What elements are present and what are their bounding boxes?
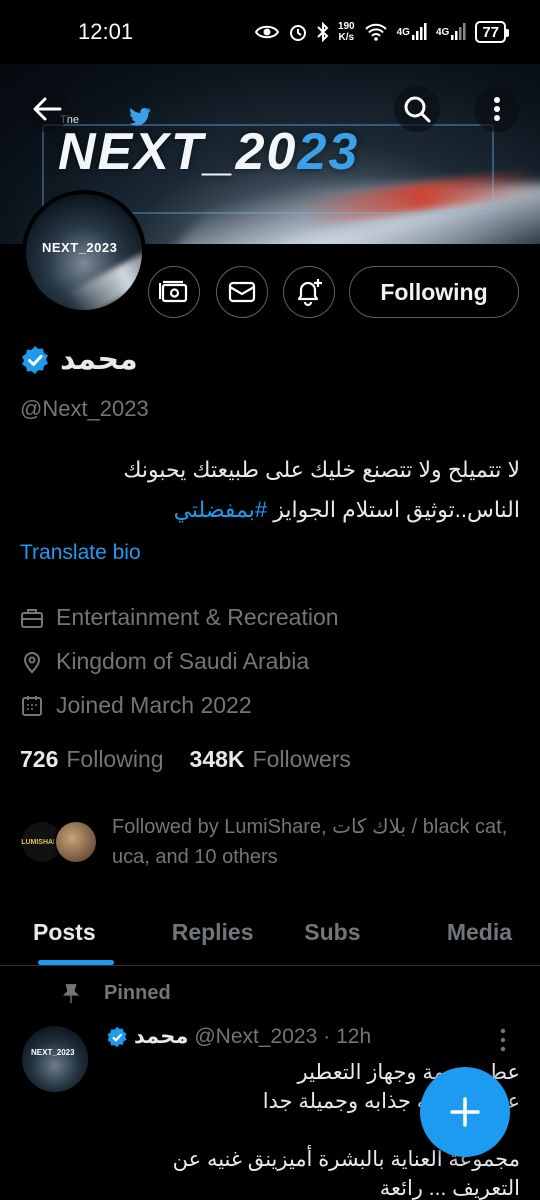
tab-posts[interactable]: Posts [0,900,153,965]
profile-joined: Joined March 2022 [20,692,252,719]
bluetooth-icon [317,22,329,42]
profile-bio: لا تتميلح ولا تتصنع خليك على طبيعتك يحبو… [20,450,520,530]
profile-avatar[interactable]: NEXT_2023 [22,190,146,314]
avatar-logo-text: NEXT_2023 [42,240,118,255]
bio-hashtag-link[interactable]: #بمفضلتي [174,497,268,522]
status-bar: 12:01 190 K/s 4G 4G 77 [0,0,540,64]
pinned-label: Pinned [60,982,171,1005]
pin-icon [62,983,80,1003]
followed-by-row[interactable]: LUMISHARE Followed by LumiShare, بلاك كا… [20,812,532,872]
followed-by-avatars: LUMISHARE [20,820,98,864]
tab-media[interactable]: Media [392,900,540,965]
post-time: · 12h [323,1024,372,1048]
plus-icon [450,1097,480,1127]
post-author-handle: @Next_2023 [194,1024,318,1048]
briefcase-icon [21,608,43,628]
following-count-link[interactable]: 726 Following [20,746,164,773]
post-more-icon[interactable] [498,1028,508,1052]
eye-icon [254,24,279,40]
notifications-button[interactable] [283,266,335,318]
post-header: محمد @Next_2023 · 12h [106,1024,371,1049]
money-icon [159,280,188,303]
post-author-avatar[interactable]: NEXT_2023 [22,1026,88,1092]
alarm-icon [288,22,308,42]
more-vertical-icon [494,97,500,121]
bio-line-2: الناس..توثيق استلام الجوايز #بمفضلتي [20,490,520,530]
joined-text: Joined March 2022 [56,692,252,718]
status-icons: 190 K/s 4G 4G 77 [254,21,509,43]
bio-line-1: لا تتميلح ولا تتصنع خليك على طبيعتك يحبو… [123,457,520,482]
more-options-button[interactable] [474,86,520,132]
category-text: Entertainment & Recreation [56,604,339,630]
profile-name: محمد [60,343,138,376]
tab-subs[interactable]: Subs [273,900,393,965]
back-button[interactable] [24,86,70,132]
follower-avatar-blackcat [54,820,98,864]
followers-count-link[interactable]: 348K Followers [190,746,351,773]
verified-badge-icon [107,1026,127,1047]
calendar-icon [22,695,42,716]
location-text: Kingdom of Saudi Arabia [56,648,310,674]
search-button[interactable] [394,86,440,132]
following-button[interactable]: Following [349,266,519,318]
status-time: 12:01 [78,19,134,44]
verified-badge-icon [22,345,48,374]
location-pin-icon [23,651,41,673]
profile-category: Entertainment & Recreation [20,604,339,631]
signal-sim2-icon: 4G [436,23,466,41]
translate-bio-link[interactable]: Translate bio [20,541,141,565]
profile-name-row: محمد [20,342,138,377]
back-arrow-icon [33,97,62,121]
message-button[interactable] [216,266,268,318]
profile-location: Kingdom of Saudi Arabia [20,648,309,675]
followed-by-text: Followed by LumiShare, بلاك كات / black … [112,816,508,868]
profile-tabs: Posts Replies Subs Media [0,900,540,966]
bell-plus-icon [297,279,322,307]
envelope-icon [228,281,256,303]
subscribe-button[interactable] [148,266,200,318]
compose-post-button[interactable] [420,1067,510,1157]
battery-indicator: 77 [475,21,509,43]
banner-brand: NEXT_2023 [58,123,360,181]
post-author-name[interactable]: محمد [134,1024,188,1049]
profile-handle: @Next_2023 [20,396,149,421]
wifi-icon [364,23,388,41]
follow-counts: 726 Following 348K Followers [20,746,351,773]
net-speed: 190 K/s [337,21,355,43]
signal-sim1-icon: 4G [397,23,427,41]
tab-replies[interactable]: Replies [153,900,273,965]
search-icon [404,96,431,123]
bio-line-2-text: الناس..توثيق استلام الجوايز [273,497,520,522]
